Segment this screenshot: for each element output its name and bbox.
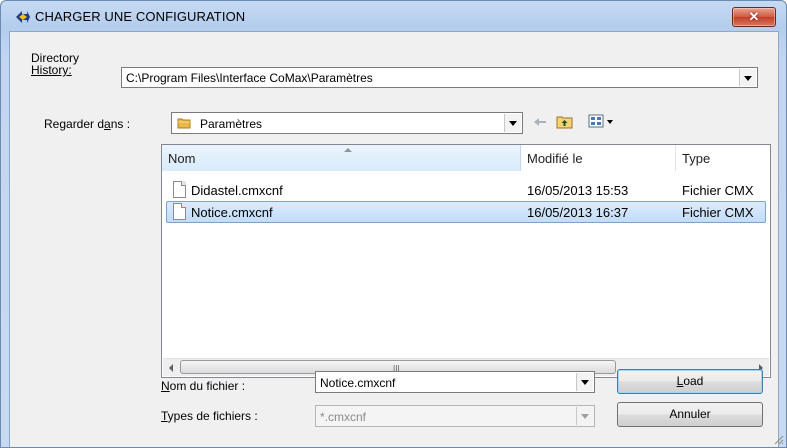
file-name-label: Nom du fichier : bbox=[161, 379, 245, 393]
file-icon bbox=[173, 203, 186, 220]
chevron-down-icon[interactable] bbox=[739, 69, 756, 86]
table-row[interactable]: Didastel.cmxcnf 16/05/2013 15:53 Fichier… bbox=[162, 179, 770, 201]
app-icon bbox=[16, 11, 30, 23]
file-types-label: Types de fichiers : bbox=[161, 409, 258, 423]
column-header-type[interactable]: Type bbox=[676, 145, 770, 171]
file-name-cell: Didastel.cmxcnf bbox=[191, 183, 283, 198]
look-in-value: Paramètres bbox=[200, 117, 263, 131]
column-header-modified[interactable]: Modifié le bbox=[521, 145, 676, 171]
view-menu-icon[interactable] bbox=[588, 114, 616, 129]
file-name-cell: Notice.cmxcnf bbox=[191, 205, 273, 220]
chevron-down-icon[interactable] bbox=[504, 114, 521, 132]
column-header-modified-label: Modifié le bbox=[527, 151, 583, 166]
window-title: CHARGER UNE CONFIGURATION bbox=[35, 9, 246, 24]
type-cell: Fichier CMX bbox=[682, 205, 754, 220]
look-in-combo[interactable]: Paramètres bbox=[171, 112, 523, 134]
directory-history-label-line2: History: bbox=[31, 63, 72, 77]
sort-ascending-icon bbox=[344, 148, 352, 152]
modified-cell: 16/05/2013 16:37 bbox=[527, 205, 629, 220]
column-header-type-label: Type bbox=[682, 151, 711, 166]
dialog-window: CHARGER UNE CONFIGURATION ✕ Directory Hi… bbox=[0, 0, 787, 448]
cancel-button[interactable]: Annuler bbox=[617, 402, 763, 427]
scroll-left-icon[interactable] bbox=[163, 359, 180, 376]
resize-grip-icon[interactable] bbox=[772, 433, 784, 445]
up-folder-icon[interactable] bbox=[556, 114, 574, 129]
file-name-value: Notice.cmxcnf bbox=[320, 376, 396, 390]
directory-history-combo[interactable]: C:\Program Files\Interface CoMax\Paramèt… bbox=[121, 67, 758, 88]
directory-history-label: Directory History: bbox=[31, 52, 79, 76]
file-list[interactable]: Nom Modifié le Type Didastel.cmxcnf 16/0… bbox=[161, 144, 771, 378]
chevron-down-icon[interactable] bbox=[576, 373, 593, 391]
title-bar[interactable]: CHARGER UNE CONFIGURATION ✕ bbox=[1, 1, 786, 31]
file-types-label-text: Types de fichiers : bbox=[161, 409, 258, 423]
load-button[interactable]: Load bbox=[617, 369, 763, 394]
close-button[interactable]: ✕ bbox=[732, 7, 776, 27]
file-name-combo[interactable]: Notice.cmxcnf bbox=[315, 371, 595, 393]
directory-history-value: C:\Program Files\Interface CoMax\Paramèt… bbox=[126, 71, 373, 85]
file-name-label-text: Nom du fichier : bbox=[161, 379, 246, 393]
file-types-value: *.cmxcnf bbox=[320, 410, 367, 424]
type-cell: Fichier CMX bbox=[682, 183, 754, 198]
modified-cell: 16/05/2013 15:53 bbox=[527, 183, 629, 198]
column-header-name[interactable]: Nom bbox=[162, 145, 521, 171]
file-icon bbox=[173, 181, 186, 198]
folder-icon bbox=[177, 118, 191, 129]
table-row-selected[interactable]: Notice.cmxcnf 16/05/2013 16:37 Fichier C… bbox=[162, 201, 770, 223]
dialog-body: Directory History: C:\Program Files\Inte… bbox=[9, 31, 779, 447]
close-icon: ✕ bbox=[748, 9, 760, 24]
chevron-down-icon bbox=[576, 407, 593, 425]
look-in-label: Regarder dans : bbox=[44, 117, 130, 131]
look-in-label-text: Regarder dans : bbox=[44, 117, 131, 131]
column-header-name-label: Nom bbox=[168, 151, 196, 166]
file-types-combo: *.cmxcnf bbox=[315, 405, 595, 427]
back-arrow-icon[interactable] bbox=[532, 115, 548, 129]
